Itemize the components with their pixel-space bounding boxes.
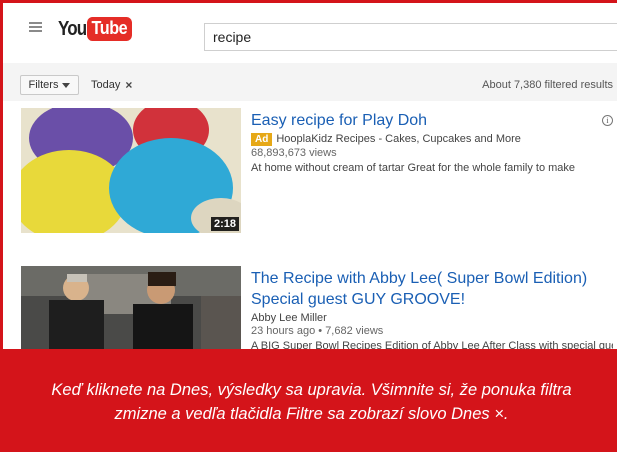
logo-tube-text: Tube (87, 17, 133, 41)
video-thumbnail[interactable] (21, 266, 241, 356)
channel-line: Ad HooplaKidz Recipes - Cakes, Cupcakes a… (251, 133, 601, 146)
video-duration: 2:18 (210, 217, 239, 231)
youtube-logo[interactable]: You Tube (58, 17, 137, 41)
video-description: At home without cream of tartar Great fo… (251, 162, 576, 174)
video-info: The Recipe with Abby Lee( Super Bowl Edi… (251, 268, 613, 353)
caption-banner: Keď kliknete na Dnes, výsledky sa upravi… (3, 349, 617, 449)
today-filter-chip[interactable]: Today × (91, 78, 132, 92)
filter-bar: Filters Today × About 7,380 filtered res… (3, 63, 617, 101)
video-title[interactable]: Easy recipe for Play Doh (251, 110, 601, 131)
upload-age: 23 hours ago (251, 325, 316, 337)
video-meta: 23 hours ago • 7,682 views (251, 325, 384, 337)
top-header: You Tube recipe (3, 3, 617, 51)
info-icon[interactable]: i (602, 115, 613, 126)
video-result: 2:18 Easy recipe for Play Doh Ad HooplaKi… (3, 108, 617, 238)
video-result: The Recipe with Abby Lee( Super Bowl Edi… (3, 266, 617, 356)
video-thumbnail[interactable]: 2:18 (21, 108, 241, 233)
caret-down-icon (62, 82, 71, 88)
abby-lee-thumbnail-image (21, 266, 241, 356)
screenshot-frame: You Tube recipe Filters Today × About 7,… (0, 0, 617, 452)
view-count: 68,893,673 views (251, 147, 337, 159)
video-info: Easy recipe for Play Doh Ad HooplaKidz Re… (251, 110, 601, 175)
play-doh-thumbnail-image (21, 108, 241, 233)
channel-name[interactable]: Abby Lee Miller (251, 312, 613, 324)
channel-name[interactable]: HooplaKidz Recipes - Cakes, Cupcakes and… (276, 133, 521, 145)
view-count: 7,682 views (325, 325, 384, 337)
filters-button-label: Filters (28, 79, 59, 91)
today-chip-label: Today (91, 79, 121, 91)
close-icon[interactable]: × (125, 78, 132, 92)
video-title-line-1[interactable]: The Recipe with Abby Lee( Super Bowl Edi… (251, 268, 613, 289)
caption-line-2: zmizne a vedľa tlačidla Filtre sa zobraz… (114, 405, 509, 423)
search-input[interactable]: recipe (204, 23, 617, 51)
ad-badge: Ad (251, 133, 273, 146)
filters-button[interactable]: Filters (20, 75, 79, 95)
menu-icon[interactable] (29, 22, 42, 32)
caption-line-1: Keď kliknete na Dnes, výsledky sa upravi… (51, 381, 572, 399)
logo-you-text: You (58, 17, 87, 40)
results-count: About 7,380 filtered results (482, 79, 613, 91)
video-title-line-2[interactable]: Special guest GUY GROOVE! (251, 289, 613, 310)
